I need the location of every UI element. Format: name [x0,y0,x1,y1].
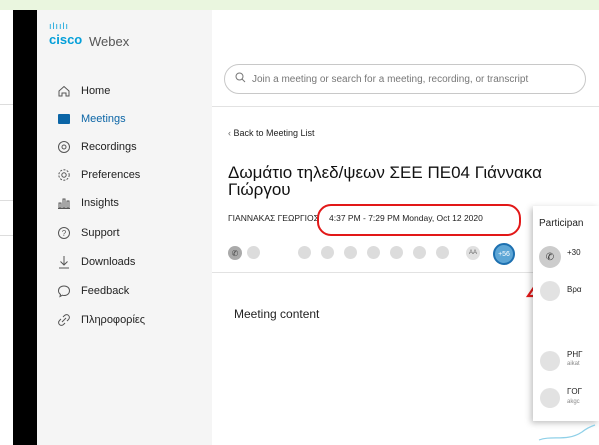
participant-phone-number: +30 [567,248,581,257]
sidebar-item-insights[interactable]: Insights [55,192,205,214]
help-icon: ? [55,224,73,242]
sidebar-item-support[interactable]: ? Support [55,222,205,244]
black-border [13,10,37,445]
phone-participant-icon: ✆ [228,246,242,260]
webex-window: ılıılı cisco Webex Home Meetings Recordi… [37,10,599,445]
phone-icon: ✆ [539,246,561,268]
link-icon [55,311,73,329]
participant-avatar[interactable] [344,246,357,259]
sidebar-item-home[interactable]: Home [55,80,205,102]
decorative-wave [538,424,596,441]
search-input[interactable]: Join a meeting or search for a meeting, … [224,64,586,94]
sidebar-item-label: Meetings [81,113,126,125]
sidebar-item-info[interactable]: Πληροφορίες [55,309,205,331]
sidebar-item-label: Downloads [81,256,136,268]
participant-avatar[interactable] [298,246,311,259]
sidebar-item-feedback[interactable]: Feedback [55,280,205,302]
participant-avatar[interactable] [413,246,426,259]
divider [0,235,13,236]
divider [212,106,599,107]
sidebar-item-recordings[interactable]: Recordings [55,136,205,158]
participant-email: akgc [567,399,580,405]
divider [0,200,13,201]
participant-avatar-initials[interactable]: AA [466,246,480,260]
meeting-title: Δωμάτιο τηλεδ/ψεων ΣΕΕ ΠΕ04 Γιάννακα Γιώ… [228,163,542,199]
chat-icon [55,282,73,300]
svg-text:?: ? [62,229,67,238]
sidebar-item-label: Home [81,85,111,97]
cisco-logo-bars: ılıılı [49,21,70,31]
background-window-strip [0,10,13,445]
sidebar-item-label: Support [81,227,120,239]
sidebar: ılıılı cisco Webex Home Meetings Recordi… [37,10,212,445]
sidebar-item-label: Recordings [81,141,137,153]
sidebar-item-label: Πληροφορίες [81,314,146,326]
sidebar-item-label: Feedback [81,285,130,297]
chart-icon [55,194,73,212]
sidebar-item-preferences[interactable]: Preferences [55,164,205,186]
participant-name: ΓΟΓ [567,387,583,396]
participant-avatar [540,281,560,301]
search-icon [235,72,246,86]
meeting-content-heading: Meeting content [234,307,320,321]
more-participants-button[interactable]: +56 [493,243,515,265]
participants-panel: Participan ✆ +30 Βρα ΡΗΓ aikat ΓΟΓ akgc [533,206,599,421]
participant-avatar[interactable] [436,246,449,259]
participant-avatar [540,351,560,371]
sidebar-item-meetings[interactable]: Meetings [55,108,205,130]
back-link-label: Back to Meeting List [233,128,315,138]
search-placeholder: Join a meeting or search for a meeting, … [252,73,529,85]
participants-panel-title: Participan [539,218,584,229]
gear-icon [55,166,73,184]
sidebar-item-downloads[interactable]: Downloads [55,251,205,273]
participant-avatar[interactable] [367,246,380,259]
participant-name: Βρα [567,285,582,294]
cisco-logo: cisco [49,32,83,47]
participant-avatar[interactable] [247,246,260,259]
participant-email: aikat [567,361,580,367]
participant-avatar[interactable] [390,246,403,259]
divider [0,104,13,105]
host-name: ΓΙΑΝΝΑΚΑΣ ΓΕΩΡΓΙΟΣ [228,213,319,223]
download-icon [55,253,73,271]
webex-logo-text: Webex [89,34,130,49]
participant-avatar[interactable] [321,246,334,259]
sidebar-item-label: Insights [81,197,119,209]
meetings-icon [55,110,73,128]
home-icon [55,82,73,100]
sidebar-item-label: Preferences [81,169,141,181]
red-highlight-oval [317,204,521,236]
participant-name: ΡΗΓ [567,350,583,359]
back-to-meeting-list-link[interactable]: ‹ Back to Meeting List [228,128,315,138]
record-icon [55,138,73,156]
participant-avatar [540,388,560,408]
main-content: Join a meeting or search for a meeting, … [212,10,599,445]
